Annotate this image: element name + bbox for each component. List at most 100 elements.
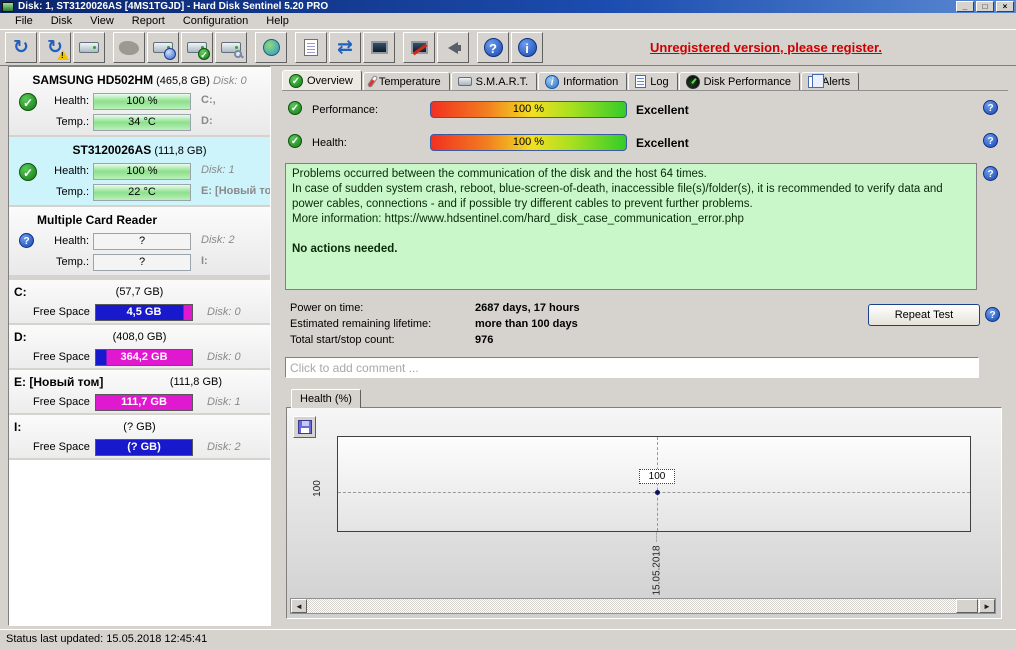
message-line: In case of sudden system crash, reboot, …	[292, 182, 970, 212]
info-icon: i	[518, 38, 537, 57]
temp-label: Temp.:	[17, 186, 89, 198]
refresh-icon: ↻	[13, 38, 29, 57]
info-button[interactable]: i	[511, 32, 543, 63]
menu-configuration[interactable]: Configuration	[174, 13, 257, 29]
help-button[interactable]: ?	[477, 32, 509, 63]
performance-help-icon[interactable]: ?	[983, 100, 998, 115]
free-space-label: Free Space	[33, 351, 90, 363]
tab-label: Alerts	[822, 76, 850, 88]
health-chart-panel: 100 100 15.05.2018 ◄ ►	[286, 407, 1002, 619]
performance-label: Performance:	[312, 104, 378, 116]
tab-information[interactable]: i Information	[538, 72, 627, 91]
speaker-icon	[448, 42, 458, 54]
volume-letters: E: [Новый то	[201, 185, 271, 197]
sidebar-disk-2-card-reader[interactable]: Multiple Card Reader ? Health: ? Disk: 2…	[9, 207, 270, 277]
sidebar-disk-0[interactable]: SAMSUNG HD502HM (465,8 GB) Disk: 0 ✓ Hea…	[9, 67, 270, 137]
partition-size: (? GB)	[9, 421, 270, 433]
disk-silhouette-button[interactable]	[113, 32, 145, 63]
menu-bar: File Disk View Report Configuration Help	[0, 13, 1016, 30]
chart-horizontal-scrollbar[interactable]: ◄ ►	[290, 598, 996, 614]
disk-globe-button[interactable]	[255, 32, 287, 63]
comment-input[interactable]	[285, 357, 979, 378]
health-label: Health:	[17, 165, 89, 177]
performance-ok-icon: ✓	[288, 101, 302, 115]
performance-bar: 100 %	[430, 101, 627, 118]
disk-clock-button[interactable]	[147, 32, 179, 63]
gauge-icon	[686, 75, 700, 89]
health-bar: 100 %	[430, 134, 627, 151]
scrollbar-thumb[interactable]	[956, 599, 978, 613]
report-icon	[304, 39, 318, 56]
disk-list-sidebar: SAMSUNG HD502HM (465,8 GB) Disk: 0 ✓ Hea…	[8, 66, 271, 626]
health-help-icon[interactable]: ?	[983, 133, 998, 148]
message-help-icon[interactable]: ?	[983, 166, 998, 181]
refresh-alert-button[interactable]: ↻	[39, 32, 71, 63]
maximize-button[interactable]: □	[976, 1, 994, 12]
tab-temperature[interactable]: Temperature	[363, 72, 450, 91]
tab-label: Log	[650, 76, 668, 88]
sidebar-partition-i[interactable]: I: (? GB) Free Space (? GB) Disk: 2	[9, 415, 270, 460]
sidebar-partition-d[interactable]: D: (408,0 GB) Free Space 364,2 GB Disk: …	[9, 325, 270, 370]
toolbar: ↻ ↻ ✓ ⇄ ? i	[0, 30, 1016, 66]
tab-label: Overview	[307, 75, 353, 87]
disk-search-button[interactable]	[215, 32, 247, 63]
chart-tab-health[interactable]: Health (%)	[291, 389, 361, 408]
settings-monitor-icon	[411, 41, 428, 54]
settings-button[interactable]	[403, 32, 435, 63]
menu-help[interactable]: Help	[257, 13, 298, 29]
sync-arrows-icon: ⇄	[337, 38, 353, 57]
disk-size: (111,8 GB)	[154, 145, 206, 157]
tab-log[interactable]: Log	[628, 72, 677, 91]
help-icon: ?	[484, 38, 503, 57]
globe-icon	[263, 39, 280, 56]
scroll-right-button[interactable]: ►	[979, 599, 995, 613]
temp-bar: ?	[93, 254, 191, 271]
menu-disk[interactable]: Disk	[42, 13, 81, 29]
menu-file[interactable]: File	[6, 13, 42, 29]
tab-label: Information	[563, 76, 618, 88]
tab-smart[interactable]: S.M.A.R.T.	[451, 72, 538, 91]
free-space-label: Free Space	[33, 306, 90, 318]
scroll-left-button[interactable]: ◄	[291, 599, 307, 613]
tab-alerts[interactable]: Alerts	[801, 72, 859, 91]
check-icon: ✓	[198, 48, 210, 60]
info-balloon-icon: i	[545, 75, 559, 89]
health-message-box: Problems occurred between the communicat…	[285, 163, 977, 290]
sidebar-partition-c[interactable]: C: (57,7 GB) Free Space 4,5 GB Disk: 0	[9, 280, 270, 325]
free-space-label: Free Space	[33, 396, 90, 408]
health-bar: 100 %	[93, 93, 191, 110]
register-notice-link[interactable]: Unregistered version, please register.	[650, 40, 882, 55]
free-space-label: Free Space	[33, 441, 90, 453]
tab-disk-performance[interactable]: Disk Performance	[679, 72, 800, 91]
disk-number: Disk: 0	[213, 75, 247, 87]
repeat-test-help-icon[interactable]: ?	[985, 307, 1000, 322]
menu-view[interactable]: View	[81, 13, 123, 29]
temp-bar: 34 °C	[93, 114, 191, 131]
chart-plot-area: 100	[337, 436, 971, 532]
tab-overview[interactable]: ✓ Overview	[282, 70, 362, 91]
repeat-test-button[interactable]: Repeat Test	[868, 304, 980, 326]
report-button[interactable]	[295, 32, 327, 63]
thermometer-icon	[367, 75, 379, 89]
minimize-button[interactable]: _	[956, 1, 974, 12]
sidebar-disk-1-selected[interactable]: ST3120026AS (111,8 GB) ✓ Health: 100 % D…	[9, 137, 270, 207]
sync-button[interactable]: ⇄	[329, 32, 361, 63]
partition-size: (408,0 GB)	[9, 331, 270, 343]
network-button[interactable]	[363, 32, 395, 63]
sidebar-partition-e[interactable]: E: [Новый том] (111,8 GB) Free Space 111…	[9, 370, 270, 415]
menu-report[interactable]: Report	[123, 13, 174, 29]
disk-check-button[interactable]: ✓	[181, 32, 213, 63]
chart-point-label: 100	[639, 469, 675, 484]
disk-number: Disk: 2	[201, 234, 235, 246]
tab-label: Disk Performance	[704, 76, 791, 88]
save-floppy-icon	[298, 420, 312, 434]
refresh-button[interactable]: ↻	[5, 32, 37, 63]
health-label: Health:	[17, 95, 89, 107]
disk-size: (465,8 GB)	[156, 75, 210, 87]
volume-letters: D:	[201, 115, 271, 127]
sounds-button[interactable]	[437, 32, 469, 63]
hard-disk-button[interactable]	[73, 32, 105, 63]
status-text: Status last updated: 15.05.2018 12:45:41	[6, 633, 207, 645]
close-button[interactable]: ×	[996, 1, 1014, 12]
chart-save-button[interactable]	[293, 416, 316, 438]
